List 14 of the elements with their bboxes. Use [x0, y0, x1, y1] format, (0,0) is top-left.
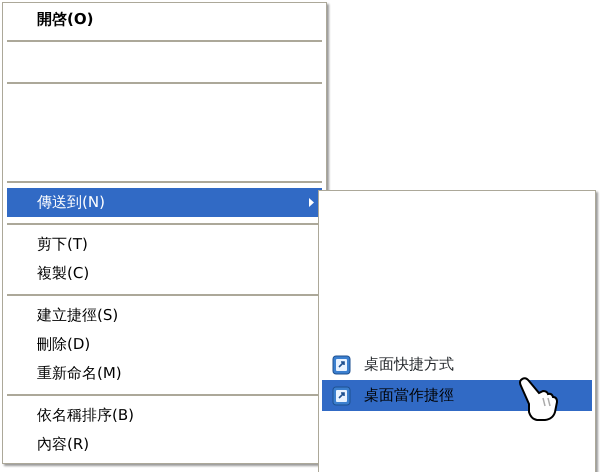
shortcut-icon	[332, 386, 352, 406]
hand-cursor-icon	[517, 376, 559, 422]
menu-item[interactable]: 剪下(T)	[7, 230, 322, 259]
menu-item[interactable]: 重新命名(M)	[7, 359, 322, 388]
menu-item[interactable]: 開啓(O)	[7, 5, 322, 34]
submenu-item[interactable]: 桌面當作捷徑	[322, 380, 592, 411]
menu-item[interactable]: 複製(C)	[7, 259, 322, 288]
menu-item[interactable]: 傳送到(N)	[7, 188, 322, 217]
submenu-item[interactable]: 桌面快捷方式	[322, 349, 592, 380]
menu-item[interactable]: 刪除(D)	[7, 330, 322, 359]
menu-item[interactable]: 建立捷徑(S)	[7, 301, 322, 330]
shortcut-icon	[332, 354, 352, 374]
menu-item[interactable]: 內容(R)	[7, 430, 322, 459]
menu-item[interactable]: 依名稱排序(B)	[7, 401, 322, 430]
